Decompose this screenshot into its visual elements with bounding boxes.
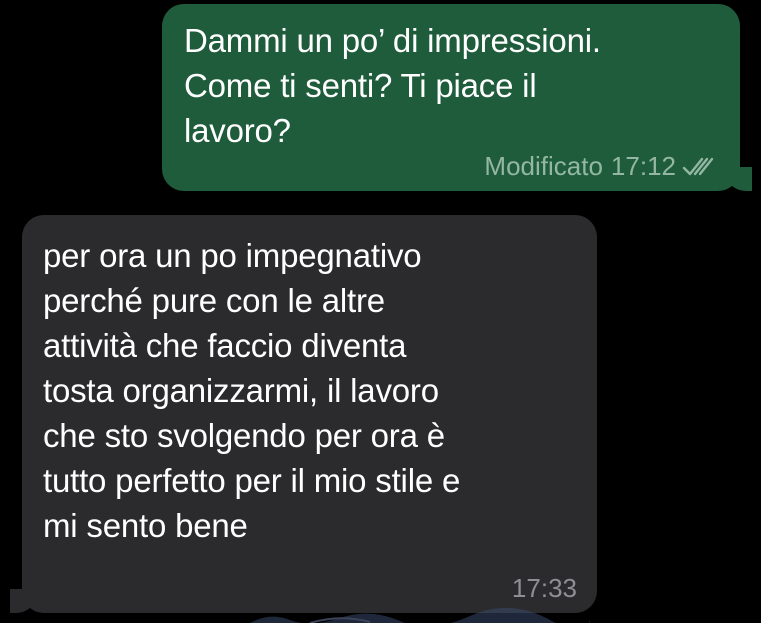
chat-view[interactable]: Dammi un po’ di impressioni. Come ti sen… — [0, 0, 761, 623]
edited-label: Modificato — [484, 151, 603, 181]
outgoing-message-meta: Modificato 17:12 — [484, 151, 716, 181]
incoming-message-text: per ora un po impegnativo perché pure co… — [43, 237, 461, 544]
double-check-read-icon — [682, 157, 714, 176]
incoming-message-bubble[interactable]: per ora un po impegnativo perché pure co… — [0, 215, 597, 613]
outgoing-message-time: 17:12 — [610, 151, 676, 181]
bubble-tail — [10, 589, 36, 613]
wallpaper-fragment — [250, 608, 590, 623]
outgoing-message-text: Dammi un po’ di impressioni. Come ti sen… — [184, 22, 601, 149]
bubble-tail — [726, 167, 752, 191]
incoming-message-time: 17:33 — [511, 573, 577, 603]
outgoing-message-bubble[interactable]: Dammi un po’ di impressioni. Come ti sen… — [162, 4, 761, 191]
incoming-message-meta: 17:33 — [512, 573, 577, 603]
